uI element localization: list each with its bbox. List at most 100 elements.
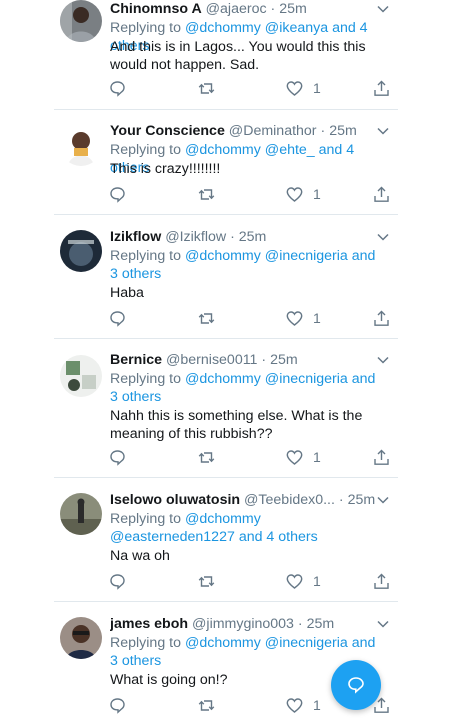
reply-icon — [109, 186, 126, 203]
avatar[interactable] — [60, 617, 102, 659]
replying-prefix: Replying to — [110, 142, 181, 158]
user-handle[interactable]: @Izikflow — [165, 229, 226, 245]
replying-to: Replying to @dchommy @inecnigeria and 3 … — [110, 634, 378, 670]
retweet-button[interactable] — [198, 571, 215, 591]
retweet-button[interactable] — [198, 184, 215, 204]
mention-link[interactable]: @dchommy — [185, 371, 261, 387]
user-handle[interactable]: @Deminathor — [229, 123, 317, 139]
mention-link[interactable]: @dchommy — [185, 511, 261, 527]
share-button[interactable] — [373, 78, 390, 98]
separator-dot: · — [320, 123, 326, 139]
mention-link[interactable]: @dchommy — [185, 20, 261, 36]
like-button[interactable]: 1 — [286, 447, 321, 467]
reply-icon — [109, 697, 126, 714]
mention-link[interactable]: @dchommy — [185, 635, 261, 651]
chevron-down-icon[interactable] — [376, 124, 390, 138]
like-count: 1 — [313, 310, 321, 326]
retweet-icon — [198, 697, 215, 714]
like-button[interactable]: 1 — [286, 695, 321, 715]
reply-button[interactable] — [109, 571, 126, 591]
timestamp[interactable]: 25m — [307, 616, 335, 632]
display-name[interactable]: james eboh — [110, 616, 188, 632]
tweet-text: This is crazy!!!!!!!! — [110, 161, 221, 177]
reply-feed: Chinomnso A @ajaeroc · 25m Replying to @… — [0, 0, 468, 720]
divider — [54, 338, 398, 339]
tweet-text: And this is in Lagos... You would this t… — [110, 39, 366, 73]
reply-button[interactable] — [109, 78, 126, 98]
separator-dot: · — [230, 229, 235, 245]
action-bar: 1 — [0, 695, 468, 715]
tweet-header: Chinomnso A @ajaeroc · 25m — [110, 0, 380, 18]
heart-icon — [286, 573, 303, 590]
display-name[interactable]: Chinomnso A — [110, 1, 202, 17]
compose-reply-button[interactable] — [331, 660, 381, 710]
replying-to: Replying to @dchommy @easterneden1227 an… — [110, 510, 378, 546]
mention-link[interactable]: @inecnigeria — [265, 635, 348, 651]
user-handle[interactable]: @ajaeroc — [206, 1, 267, 17]
like-button[interactable]: 1 — [286, 308, 321, 328]
avatar[interactable] — [60, 355, 102, 397]
display-name[interactable]: Iselowo oluwatosin — [110, 492, 240, 508]
heart-icon — [286, 310, 303, 327]
replying-to: Replying to @dchommy @inecnigeria and 3 … — [110, 370, 378, 406]
avatar[interactable] — [60, 230, 102, 272]
timestamp[interactable]: 25m — [239, 229, 267, 245]
timestamp[interactable]: 25m — [348, 492, 376, 508]
share-icon — [373, 80, 390, 97]
like-count: 1 — [313, 449, 321, 465]
retweet-button[interactable] — [198, 308, 215, 328]
reply-button[interactable] — [109, 447, 126, 467]
chevron-down-icon[interactable] — [376, 353, 390, 367]
mention-link[interactable]: @ikeanya — [265, 20, 328, 36]
like-button[interactable]: 1 — [286, 184, 321, 204]
reply-button[interactable] — [109, 184, 126, 204]
user-handle[interactable]: @bernise0011 — [166, 352, 257, 368]
display-name[interactable]: Your Conscience — [110, 123, 225, 139]
mention-link[interactable]: @easterneden1227 — [110, 529, 235, 545]
like-button[interactable]: 1 — [286, 571, 321, 591]
like-count: 1 — [313, 80, 321, 96]
display-name[interactable]: Izikflow — [110, 229, 161, 245]
share-button[interactable] — [373, 447, 390, 467]
mention-link[interactable]: @inecnigeria — [265, 371, 348, 387]
share-button[interactable] — [373, 308, 390, 328]
reply-button[interactable] — [109, 308, 126, 328]
share-icon — [373, 186, 390, 203]
mention-others-link[interactable]: and 4 others — [239, 529, 318, 545]
retweet-icon — [198, 80, 215, 97]
share-button[interactable] — [373, 571, 390, 591]
timestamp[interactable]: 25m — [279, 1, 307, 17]
retweet-button[interactable] — [198, 78, 215, 98]
separator-dot: · — [338, 492, 344, 508]
timestamp[interactable]: 25m — [270, 352, 298, 368]
chevron-down-icon[interactable] — [376, 2, 390, 16]
reply-button[interactable] — [109, 695, 126, 715]
divider — [54, 109, 398, 110]
heart-icon — [286, 80, 303, 97]
chevron-down-icon[interactable] — [376, 493, 390, 507]
user-handle[interactable]: @Teebidex0... — [244, 492, 335, 508]
timestamp[interactable]: 25m — [329, 123, 357, 139]
share-button[interactable] — [373, 184, 390, 204]
avatar[interactable] — [60, 124, 102, 166]
action-bar: 1 — [0, 184, 468, 204]
chevron-down-icon[interactable] — [376, 230, 390, 244]
display-name[interactable]: Bernice — [110, 352, 162, 368]
reply-icon — [109, 80, 126, 97]
mention-link[interactable]: @dchommy — [185, 142, 261, 158]
like-count: 1 — [313, 697, 321, 713]
heart-icon — [286, 449, 303, 466]
mention-link[interactable]: @dchommy — [185, 248, 261, 264]
divider — [54, 477, 398, 478]
chevron-down-icon[interactable] — [376, 617, 390, 631]
avatar[interactable] — [60, 0, 102, 42]
retweet-button[interactable] — [198, 447, 215, 467]
mention-link[interactable]: @inecnigeria — [265, 248, 348, 264]
retweet-button[interactable] — [198, 695, 215, 715]
mention-link[interactable]: @ehte_ — [265, 142, 315, 158]
like-button[interactable]: 1 — [286, 78, 321, 98]
avatar[interactable] — [60, 493, 102, 535]
separator-dot: · — [270, 1, 276, 17]
user-handle[interactable]: @jimmygino003 — [192, 616, 294, 632]
heart-icon — [286, 186, 303, 203]
